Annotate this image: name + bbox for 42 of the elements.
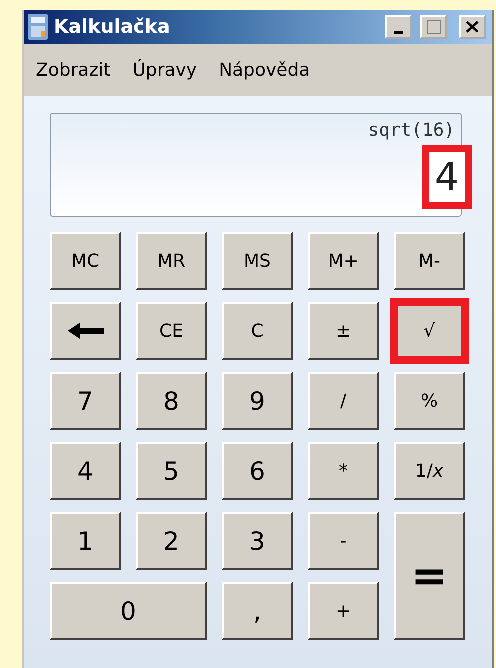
calc-button[interactable]: MC [50, 232, 121, 290]
calc-button[interactable]: 1/x [394, 442, 465, 500]
maximize-button[interactable] [420, 15, 447, 39]
calc-button[interactable]: √ [390, 298, 469, 364]
equals-button[interactable]: = [394, 512, 465, 640]
calc-button[interactable]: CE [136, 302, 207, 360]
calc-button[interactable]: MR [136, 232, 207, 290]
backspace-button[interactable] [50, 302, 121, 360]
close-icon [466, 21, 479, 33]
calculator-icon [28, 14, 48, 40]
calc-button[interactable]: MS [222, 232, 293, 290]
calc-button[interactable]: + [308, 582, 379, 640]
digit-button[interactable]: 6 [222, 442, 293, 500]
result-text: 4 [422, 145, 472, 209]
digit-button[interactable]: 8 [136, 372, 207, 430]
digit-button[interactable]: 0 [50, 582, 207, 640]
digit-button[interactable]: 2 [136, 512, 207, 570]
calc-button[interactable]: - [308, 512, 379, 570]
digit-button[interactable]: 7 [50, 372, 121, 430]
calc-button[interactable]: / [308, 372, 379, 430]
digit-button[interactable]: 1 [50, 512, 121, 570]
digit-button[interactable]: 4 [50, 442, 121, 500]
minimize-icon [394, 30, 403, 34]
calc-button[interactable]: M- [394, 232, 465, 290]
expression-text: sqrt(16) [368, 120, 455, 141]
digit-button[interactable]: 5 [136, 442, 207, 500]
menu-item[interactable]: Úpravy [132, 60, 198, 80]
menu-item[interactable]: Nápověda [219, 60, 310, 80]
calc-button[interactable]: * [308, 442, 379, 500]
left-arrow-icon [68, 323, 104, 339]
digit-button[interactable]: , [222, 582, 293, 640]
close-button[interactable] [459, 15, 486, 39]
menu-item[interactable]: Zobrazit [36, 60, 111, 80]
maximize-icon [426, 20, 440, 34]
calc-button[interactable]: ± [308, 302, 379, 360]
calc-button[interactable]: % [394, 372, 465, 430]
window-title: Kalkulačka [54, 16, 172, 38]
digit-button[interactable]: 3 [222, 512, 293, 570]
minimize-button[interactable] [385, 15, 412, 39]
calc-button[interactable]: M+ [308, 232, 379, 290]
calc-button[interactable]: C [222, 302, 293, 360]
digit-button[interactable]: 9 [222, 372, 293, 430]
